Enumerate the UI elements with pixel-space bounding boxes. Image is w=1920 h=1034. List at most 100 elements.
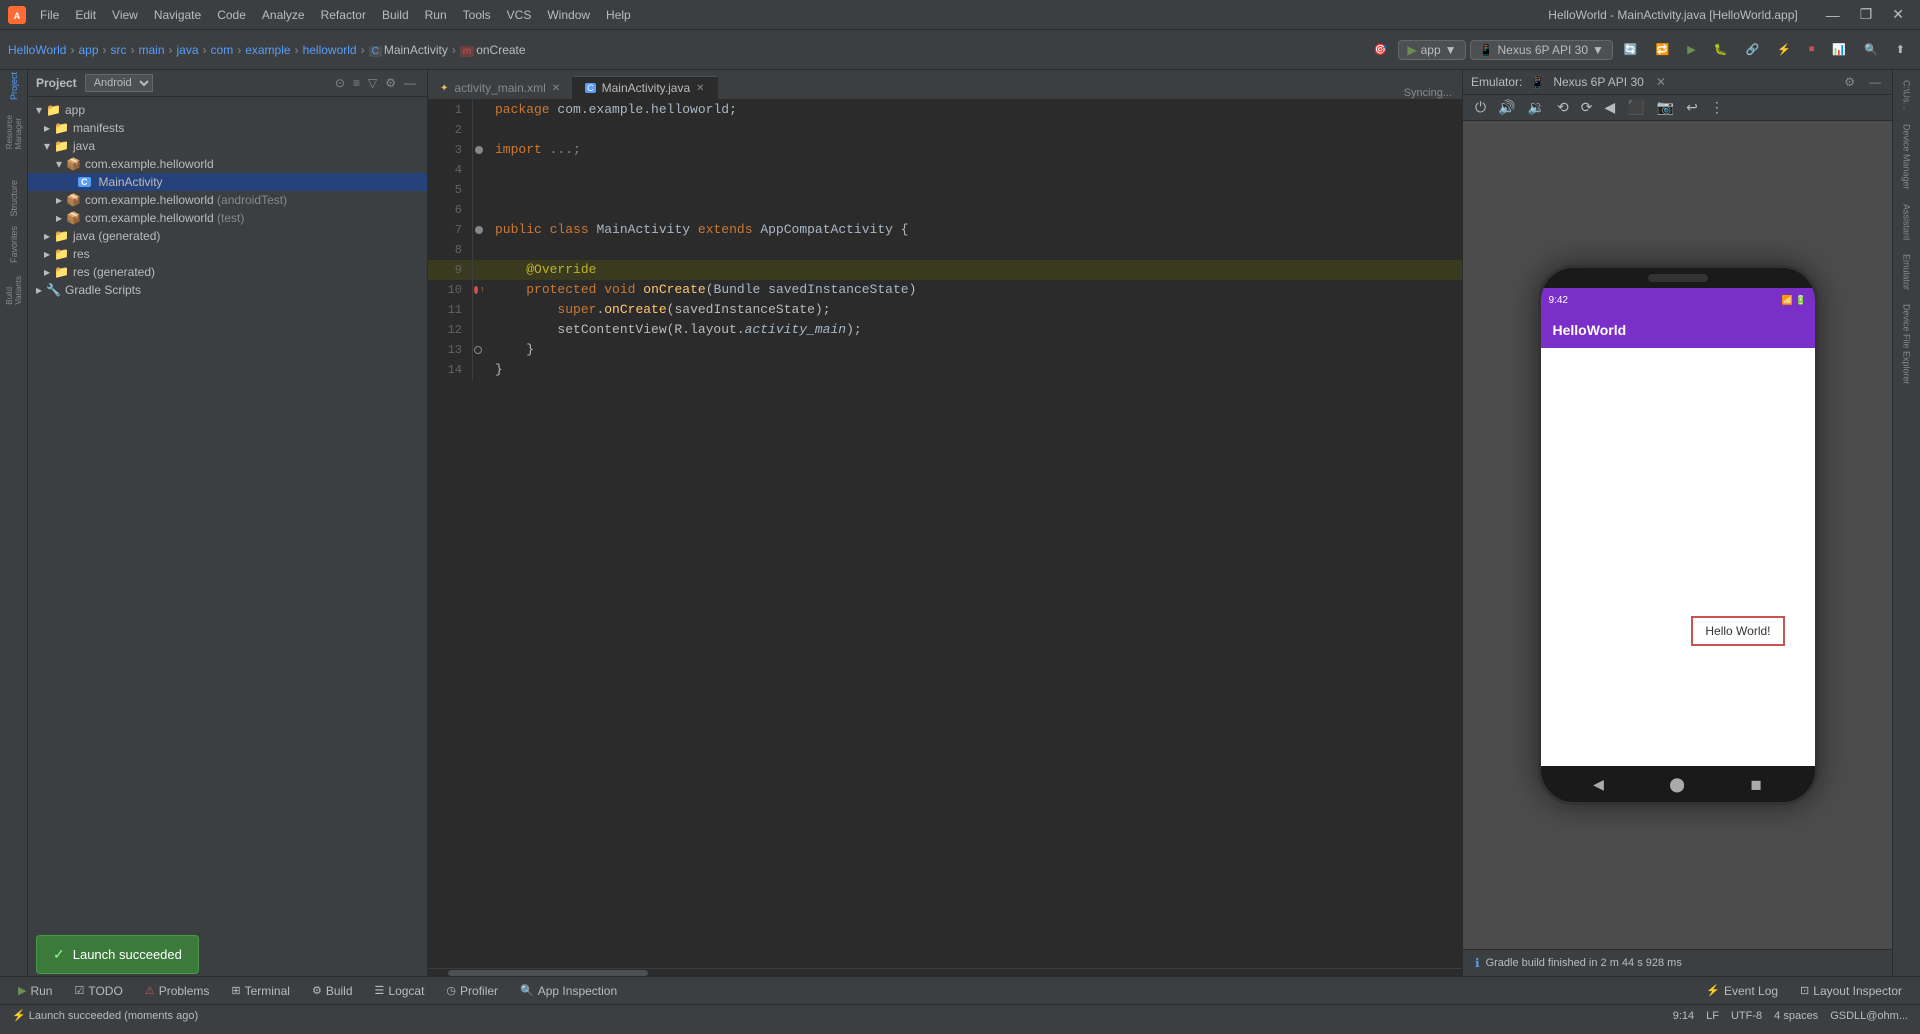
rsidebar-device-manager[interactable]: Device Manager: [1900, 118, 1914, 196]
tree-item-res[interactable]: ▸ 📁 res: [28, 245, 427, 263]
close-button[interactable]: ✕: [1884, 4, 1912, 25]
breadcrumb-com[interactable]: com: [211, 43, 234, 57]
emu-power-button[interactable]: ⏻: [1471, 97, 1490, 118]
emu-volume-up-button[interactable]: 🔊: [1494, 97, 1519, 118]
menu-analyze[interactable]: Analyze: [256, 6, 311, 24]
project-hide-button[interactable]: —: [401, 75, 419, 91]
attach-button[interactable]: 🔗: [1738, 40, 1766, 59]
nav-home-button[interactable]: ⬤: [1669, 776, 1685, 793]
nav-back-button[interactable]: ◀: [1593, 776, 1604, 793]
tree-item-java-generated[interactable]: ▸ 📁 java (generated): [28, 227, 427, 245]
menu-tools[interactable]: Tools: [457, 6, 497, 24]
project-view-selector[interactable]: Android Project: [85, 74, 153, 92]
rsidebar-assistant[interactable]: Assistant: [1900, 198, 1914, 247]
menu-vcs[interactable]: VCS: [501, 6, 538, 24]
rsidebar-emulator[interactable]: Emulator: [1900, 248, 1914, 296]
search-button[interactable]: 🔍: [1857, 40, 1885, 59]
code-line-5: 5: [428, 180, 1462, 200]
update-button[interactable]: ⬆: [1889, 40, 1912, 59]
tab-run[interactable]: ▶ Run: [8, 982, 62, 1000]
profile-button[interactable]: ⚡: [1770, 40, 1798, 59]
coverage-button[interactable]: 📊: [1825, 40, 1853, 59]
menu-view[interactable]: View: [106, 6, 144, 24]
menu-navigate[interactable]: Navigate: [148, 6, 207, 24]
tree-item-package-androidtest[interactable]: ▸ 📦 com.example.helloworld (androidTest): [28, 191, 427, 209]
menu-code[interactable]: Code: [211, 6, 252, 24]
menu-help[interactable]: Help: [600, 6, 637, 24]
run-config-selector[interactable]: ▶ app ▼: [1398, 40, 1465, 60]
tab-activity-main-xml[interactable]: ✦ activity_main.xml ✕: [428, 76, 573, 99]
menu-edit[interactable]: Edit: [69, 6, 102, 24]
sidebar-item-resource[interactable]: Resource Manager: [2, 120, 26, 144]
tree-item-manifests[interactable]: ▸ 📁 manifests: [28, 119, 427, 137]
stop-button[interactable]: ⏹: [1802, 40, 1822, 59]
target-icon-button[interactable]: 🎯: [1367, 40, 1395, 59]
tab-close-icon[interactable]: ✕: [552, 83, 560, 94]
tab-layout-inspector[interactable]: ⊡ Layout Inspector: [1790, 982, 1912, 1000]
tab-todo[interactable]: ☑ TODO: [64, 982, 132, 1000]
emu-rotate2-button[interactable]: ⟳: [1577, 97, 1597, 118]
tree-item-gradle[interactable]: ▸ 🔧 Gradle Scripts: [28, 281, 427, 299]
nav-recent-button[interactable]: ◼: [1750, 776, 1762, 793]
tree-item-package-test[interactable]: ▸ 📦 com.example.helloworld (test): [28, 209, 427, 227]
project-collapse-button[interactable]: ≡: [350, 75, 363, 91]
breadcrumb-oncreate[interactable]: monCreate: [460, 43, 526, 57]
menu-file[interactable]: File: [34, 6, 65, 24]
run-button[interactable]: ▶: [1680, 40, 1702, 59]
tab-profiler[interactable]: ◷ Profiler: [436, 982, 508, 1000]
tab-close-icon[interactable]: ✕: [696, 83, 704, 94]
tab-mainactivity-java[interactable]: C MainActivity.java ✕: [573, 76, 717, 99]
sync-button2[interactable]: 🔁: [1649, 40, 1677, 59]
device-selector[interactable]: 📱 Nexus 6P API 30 ▼: [1470, 40, 1613, 60]
minimize-button[interactable]: —: [1818, 4, 1848, 25]
breadcrumb-app[interactable]: app: [78, 43, 98, 57]
tab-terminal[interactable]: ⊞ Terminal: [221, 982, 300, 1000]
emu-stop-button[interactable]: ⬛: [1623, 97, 1648, 118]
tab-app-inspection[interactable]: 🔍 App Inspection: [510, 982, 627, 1000]
editor-scrollbar[interactable]: [428, 968, 1462, 976]
sidebar-item-buildvariants[interactable]: Build Variants: [2, 278, 26, 302]
tree-item-res-generated[interactable]: ▸ 📁 res (generated): [28, 263, 427, 281]
rsidebar-device-file-explorer[interactable]: Device File Explorer: [1900, 298, 1914, 391]
project-scope-button[interactable]: ⊙: [332, 75, 348, 91]
debug-button[interactable]: 🐛: [1707, 40, 1735, 59]
sidebar-item-project[interactable]: Project: [2, 74, 26, 98]
tree-item-app[interactable]: ▾ 📁 app: [28, 101, 427, 119]
breadcrumb-mainactivity[interactable]: CMainActivity: [369, 43, 448, 57]
sidebar-item-structure[interactable]: Structure: [2, 186, 26, 210]
menu-refactor[interactable]: Refactor: [315, 6, 372, 24]
breadcrumb-helloworld[interactable]: HelloWorld: [8, 43, 66, 57]
emulator-hide-button[interactable]: —: [1866, 74, 1884, 90]
breadcrumb-src[interactable]: src: [111, 43, 127, 57]
emu-back-button[interactable]: ◀: [1600, 97, 1619, 118]
tab-logcat[interactable]: ☰ Logcat: [365, 982, 435, 1000]
code-editor[interactable]: 1 package com.example.helloworld; 2 3 im…: [428, 100, 1462, 968]
emu-screenshot-button[interactable]: 📷: [1653, 97, 1678, 118]
breadcrumb-helloworld2[interactable]: helloworld: [303, 43, 357, 57]
sidebar-item-favorites[interactable]: Favorites: [2, 232, 26, 256]
tree-item-java[interactable]: ▾ 📁 java: [28, 137, 427, 155]
menu-window[interactable]: Window: [541, 6, 596, 24]
emu-rotate-button[interactable]: ⟲: [1553, 97, 1573, 118]
tab-problems[interactable]: ⚠ Problems: [135, 982, 220, 1000]
breadcrumb-example[interactable]: example: [245, 43, 290, 57]
tree-item-mainactivity[interactable]: ▸ C MainActivity: [28, 173, 427, 191]
emu-volume-down-button[interactable]: 🔉: [1524, 97, 1549, 118]
emulator-tab-close[interactable]: ✕: [1656, 75, 1666, 89]
sync-button[interactable]: 🔄: [1617, 40, 1645, 59]
menu-build[interactable]: Build: [376, 6, 415, 24]
tree-item-package-main[interactable]: ▾ 📦 com.example.helloworld: [28, 155, 427, 173]
project-settings-button[interactable]: ⚙: [382, 75, 399, 91]
scroll-thumb[interactable]: [448, 970, 648, 976]
emu-undo-button[interactable]: ↩: [1682, 97, 1702, 118]
emu-more-button[interactable]: ⋮: [1706, 97, 1728, 118]
breadcrumb-main[interactable]: main: [139, 43, 165, 57]
menu-run[interactable]: Run: [419, 6, 453, 24]
tab-event-log[interactable]: ⚡ Event Log: [1696, 982, 1788, 1000]
tab-build[interactable]: ⚙ Build: [302, 982, 363, 1000]
emulator-settings-button[interactable]: ⚙: [1841, 74, 1858, 90]
maximize-button[interactable]: ❐: [1852, 4, 1881, 25]
project-filter-button[interactable]: ▽: [365, 75, 380, 91]
breadcrumb-java[interactable]: java: [177, 43, 199, 57]
rsidebar-caus[interactable]: C:\Us...: [1900, 74, 1914, 116]
